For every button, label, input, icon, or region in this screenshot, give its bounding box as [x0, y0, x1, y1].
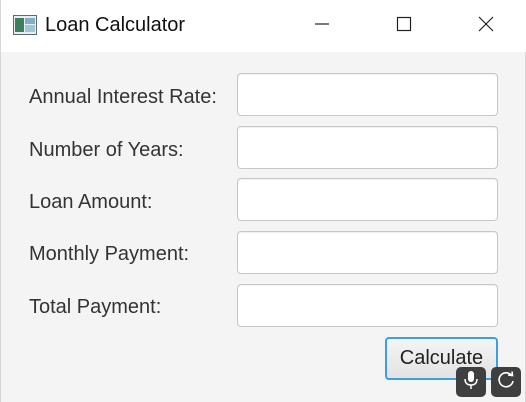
- annual-interest-rate-input[interactable]: [237, 73, 498, 116]
- form-panel: Annual Interest Rate: Number of Years: L…: [1, 52, 526, 402]
- microphone-button[interactable]: [456, 367, 486, 397]
- microphone-icon: [462, 370, 480, 395]
- maximize-button[interactable]: [363, 0, 445, 52]
- monthly-payment-input[interactable]: [237, 231, 498, 274]
- loan-calculator-window: Loan Calculator Annual Interest Rate: Nu…: [0, 0, 526, 402]
- annual-interest-rate-label: Annual Interest Rate:: [29, 86, 217, 108]
- app-window-icon: [13, 15, 37, 35]
- window-title: Loan Calculator: [45, 14, 186, 36]
- total-payment-input[interactable]: [237, 284, 498, 327]
- number-of-years-input[interactable]: [237, 126, 498, 169]
- refresh-button[interactable]: [491, 367, 521, 397]
- maximize-icon: [396, 16, 412, 37]
- monthly-payment-label: Monthly Payment:: [29, 243, 190, 265]
- minimize-button[interactable]: [281, 0, 363, 52]
- close-button[interactable]: [445, 0, 526, 52]
- number-of-years-label: Number of Years:: [29, 139, 184, 161]
- minimize-icon: [314, 16, 330, 37]
- loan-amount-input[interactable]: [237, 178, 498, 221]
- refresh-icon: [496, 370, 516, 395]
- total-payment-label: Total Payment:: [29, 296, 162, 318]
- close-icon: [478, 16, 494, 37]
- loan-amount-label: Loan Amount:: [29, 191, 153, 213]
- title-bar[interactable]: Loan Calculator: [1, 0, 526, 52]
